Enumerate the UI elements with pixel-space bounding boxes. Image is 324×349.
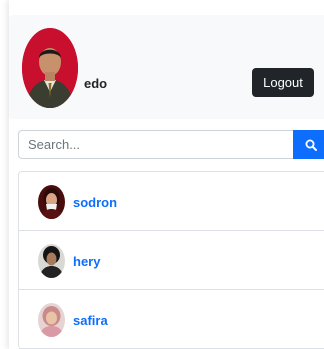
list-item[interactable]: sodron: [19, 172, 324, 231]
user-avatar: [38, 303, 65, 337]
list-item[interactable]: hery: [19, 231, 324, 290]
user-name-link[interactable]: hery: [73, 254, 100, 269]
profile-header: edo Logout: [9, 15, 324, 119]
user-list: sodron hery safira: [18, 171, 324, 349]
search-button[interactable]: [293, 130, 324, 159]
user-photo-icon: [38, 303, 65, 337]
profile-name: edo: [84, 76, 108, 91]
search-input[interactable]: [18, 130, 294, 159]
profile-avatar: [22, 28, 78, 108]
user-avatar: [38, 185, 65, 219]
user-name-link[interactable]: safira: [73, 313, 108, 328]
user-name-link[interactable]: sodron: [73, 195, 117, 210]
list-item[interactable]: safira: [19, 290, 324, 349]
user-avatar: [38, 244, 65, 278]
user-photo-icon: [22, 28, 78, 108]
logout-button[interactable]: Logout: [252, 68, 314, 97]
user-photo-icon: [38, 185, 65, 219]
user-photo-icon: [38, 244, 65, 278]
search-icon: [305, 139, 317, 151]
search-bar: [18, 130, 324, 159]
